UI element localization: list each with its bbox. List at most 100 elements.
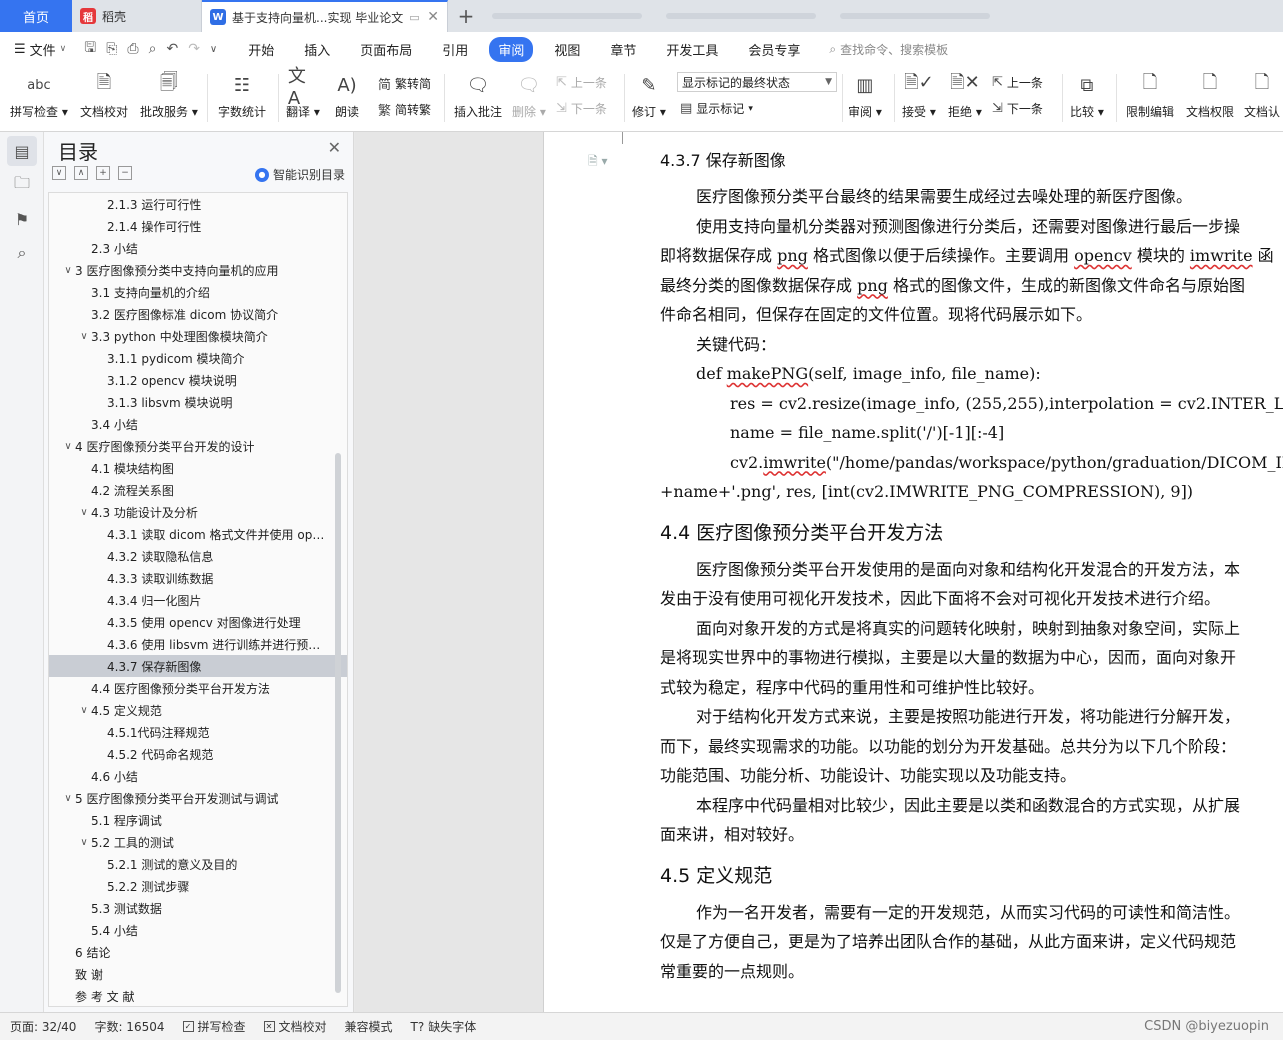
save-icon[interactable]: 🖫 bbox=[84, 37, 96, 61]
chevron-down-icon[interactable]: ∨ bbox=[77, 705, 91, 716]
reject-button[interactable]: 🗎✕ 拒绝 ▾ bbox=[948, 70, 982, 120]
remove-heading-icon[interactable]: − bbox=[118, 166, 132, 180]
toc-item[interactable]: ∨ 4.3 功能设计及分析 bbox=[49, 501, 347, 523]
close-icon[interactable]: ✕ bbox=[328, 138, 341, 157]
insert-comment-button[interactable]: 🗨 插入批注 bbox=[454, 70, 502, 120]
toc-item[interactable]: 4.2 流程关系图 bbox=[49, 479, 347, 501]
toc-item[interactable]: 参 考 文 献 bbox=[49, 985, 347, 1006]
toc-item[interactable]: 3.1.2 opencv 模块说明 bbox=[49, 369, 347, 391]
toc-item[interactable]: 4.3.4 归一化图片 bbox=[49, 589, 347, 611]
menu-tab-developer[interactable]: 开发工具 bbox=[657, 37, 727, 62]
tab-home[interactable]: 首页 bbox=[0, 0, 72, 32]
toc-item[interactable]: ∨ 5.2 工具的测试 bbox=[49, 831, 347, 853]
document-page[interactable]: 🗎 ▾ 4.3.7 保存新图像 医疗图像预分类平台最终的结果需要生成经过去噪处理… bbox=[543, 132, 1283, 1012]
toc-item[interactable]: 4.3.1 读取 dicom 格式文件并使用 op… bbox=[49, 523, 347, 545]
show-markup-button[interactable]: ▤ 显示标记 ▾ bbox=[680, 100, 753, 117]
toc-item[interactable]: ∨ 4 医疗图像预分类平台开发的设计 bbox=[49, 435, 347, 457]
chevron-down-icon[interactable]: ∨ bbox=[210, 44, 217, 55]
prev-comment-button[interactable]: ⇱ 上一条 bbox=[556, 74, 607, 91]
translate-button[interactable]: 文A 翻译 ▾ bbox=[286, 66, 320, 120]
menu-tab-member[interactable]: 会员专享 bbox=[739, 37, 809, 62]
page-indicator[interactable]: 页面: 32/40 bbox=[10, 1018, 76, 1035]
toc-item[interactable]: 3.2 医疗图像标准 dicom 协议简介 bbox=[49, 303, 347, 325]
expand-all-icon[interactable]: ∧ bbox=[74, 166, 88, 180]
annotate-service-button[interactable]: 🗐 批改服务 ▾ bbox=[140, 70, 198, 120]
prev-change-button[interactable]: ⇱ 上一条 bbox=[992, 74, 1043, 91]
toc-item[interactable]: 4.3.2 读取隐私信息 bbox=[49, 545, 347, 567]
simp-to-trad-button[interactable]: 繁 简转繁 bbox=[378, 100, 431, 119]
tab-document[interactable]: W 基于支持向量机...实现 毕业论文 ▭ ✕ bbox=[202, 0, 448, 32]
monitor-icon[interactable]: ▭ bbox=[409, 11, 419, 24]
delete-comment-button[interactable]: 🗨 删除 ▾ bbox=[512, 70, 546, 120]
toc-item[interactable]: ∨ 4.5 定义规范 bbox=[49, 699, 347, 721]
toc-item[interactable]: 2.3 小结 bbox=[49, 237, 347, 259]
toc-item[interactable]: 2.1.3 运行可行性 bbox=[49, 193, 347, 215]
accept-button[interactable]: 🗎✓ 接受 ▾ bbox=[902, 70, 936, 120]
chevron-down-icon[interactable]: ∨ bbox=[77, 331, 91, 342]
toc-item[interactable]: 4.5.1代码注释规范 bbox=[49, 721, 347, 743]
restrict-editing-button[interactable]: 🗋 限制编辑 bbox=[1126, 70, 1174, 120]
toc-item[interactable]: 致 谢 bbox=[49, 963, 347, 985]
print-preview-icon[interactable]: ⌕ bbox=[149, 41, 157, 57]
toc-scrollbar[interactable] bbox=[335, 453, 341, 993]
toc-item[interactable]: 6 结论 bbox=[49, 941, 347, 963]
review-pane-button[interactable]: ▥ 审阅 ▾ bbox=[848, 70, 882, 120]
menu-tab-reference[interactable]: 引用 bbox=[433, 37, 477, 62]
menu-tab-view[interactable]: 视图 bbox=[545, 37, 589, 62]
export-pdf-icon[interactable]: ⎘ bbox=[106, 41, 117, 57]
file-menu[interactable]: ☰ 文件 ∨ bbox=[14, 40, 66, 59]
toc-item[interactable]: 2.1.4 操作可行性 bbox=[49, 215, 347, 237]
compare-button[interactable]: ⧉ 比较 ▾ bbox=[1070, 70, 1104, 120]
toc-item[interactable]: 3.1 支持向量机的介绍 bbox=[49, 281, 347, 303]
menu-tab-insert[interactable]: 插入 bbox=[295, 37, 339, 62]
doc-cert-button[interactable]: 🗋 文档认 bbox=[1244, 70, 1280, 120]
word-count-button[interactable]: ☷ 字数统计 bbox=[218, 70, 266, 120]
print-icon[interactable]: ⎙ bbox=[127, 41, 138, 57]
toc-item[interactable]: 4.4 医疗图像预分类平台开发方法 bbox=[49, 677, 347, 699]
add-heading-icon[interactable]: + bbox=[96, 166, 110, 180]
trad-to-simp-button[interactable]: 简 繁转简 bbox=[378, 74, 431, 93]
menu-tab-chapter[interactable]: 章节 bbox=[601, 37, 645, 62]
chevron-down-icon[interactable]: ∨ bbox=[61, 441, 75, 452]
chevron-down-icon[interactable]: ∨ bbox=[77, 837, 91, 848]
toc-item[interactable]: 4.3.3 读取训练数据 bbox=[49, 567, 347, 589]
tab-daoke[interactable]: 稻 稻壳 bbox=[72, 0, 202, 32]
folder-icon[interactable]: 🗀 bbox=[7, 170, 37, 200]
close-tab-icon[interactable]: ✕ bbox=[427, 9, 439, 25]
doc-permission-button[interactable]: 🗋 文档权限 bbox=[1186, 70, 1234, 120]
toc-item-selected[interactable]: 4.3.7 保存新图像 bbox=[49, 655, 347, 677]
toc-item[interactable]: 4.1 模块结构图 bbox=[49, 457, 347, 479]
toc-item[interactable]: 4.3.5 使用 opencv 对图像进行处理 bbox=[49, 611, 347, 633]
status-doc-proof[interactable]: ✕ 文档校对 bbox=[263, 1018, 327, 1035]
toc-item[interactable]: 3.1.3 libsvm 模块说明 bbox=[49, 391, 347, 413]
toc-item[interactable]: 3.1.1 pydicom 模块简介 bbox=[49, 347, 347, 369]
bookmark-icon[interactable]: ⚑ bbox=[7, 204, 37, 234]
next-comment-button[interactable]: ⇲ 下一条 bbox=[556, 100, 607, 117]
toc-item[interactable]: 4.5.2 代码命名规范 bbox=[49, 743, 347, 765]
spell-check-button[interactable]: abc 拼写检查 ▾ bbox=[10, 70, 68, 120]
toc-item[interactable]: 3.4 小结 bbox=[49, 413, 347, 435]
undo-icon[interactable]: ↶ bbox=[166, 41, 178, 57]
toc-item[interactable]: 5.2.1 测试的意义及目的 bbox=[49, 853, 347, 875]
toc-item[interactable]: ∨ 3.3 python 中处理图像模块简介 bbox=[49, 325, 347, 347]
toc-item[interactable]: 5.1 程序调试 bbox=[49, 809, 347, 831]
toc-item[interactable]: ∨ 3 医疗图像预分类中支持向量机的应用 bbox=[49, 259, 347, 281]
chevron-down-icon[interactable]: ∨ bbox=[61, 265, 75, 276]
toc-item[interactable]: 4.3.6 使用 libsvm 进行训练并进行预… bbox=[49, 633, 347, 655]
markup-state-select[interactable]: 显示标记的最终状态 ▼ bbox=[677, 72, 837, 92]
smart-toc-button[interactable]: ● 智能识别目录 bbox=[254, 166, 345, 183]
menu-tab-start[interactable]: 开始 bbox=[239, 37, 283, 62]
collapse-all-icon[interactable]: ∨ bbox=[52, 166, 66, 180]
command-search[interactable]: ⌕ 查找命令、搜索模板 bbox=[829, 41, 948, 58]
track-changes-button[interactable]: ✎ 修订 ▾ bbox=[632, 70, 666, 120]
read-aloud-button[interactable]: A) 朗读 bbox=[332, 70, 362, 120]
status-spell-check[interactable]: ✓ 拼写检查 bbox=[182, 1018, 246, 1035]
missing-font-button[interactable]: T? 缺失字体 bbox=[411, 1018, 477, 1035]
toc-item[interactable]: 5.3 测试数据 bbox=[49, 897, 347, 919]
toc-icon[interactable]: ▤ bbox=[7, 136, 37, 166]
add-tab-button[interactable]: + bbox=[448, 0, 484, 32]
document-body[interactable]: 4.3.7 保存新图像 医疗图像预分类平台最终的结果需要生成经过去噪处理的新医疗… bbox=[660, 146, 1283, 986]
menu-tab-layout[interactable]: 页面布局 bbox=[351, 37, 421, 62]
toc-item[interactable]: ∨ 5 医疗图像预分类平台开发测试与调试 bbox=[49, 787, 347, 809]
word-count-indicator[interactable]: 字数: 16504 bbox=[94, 1018, 164, 1035]
